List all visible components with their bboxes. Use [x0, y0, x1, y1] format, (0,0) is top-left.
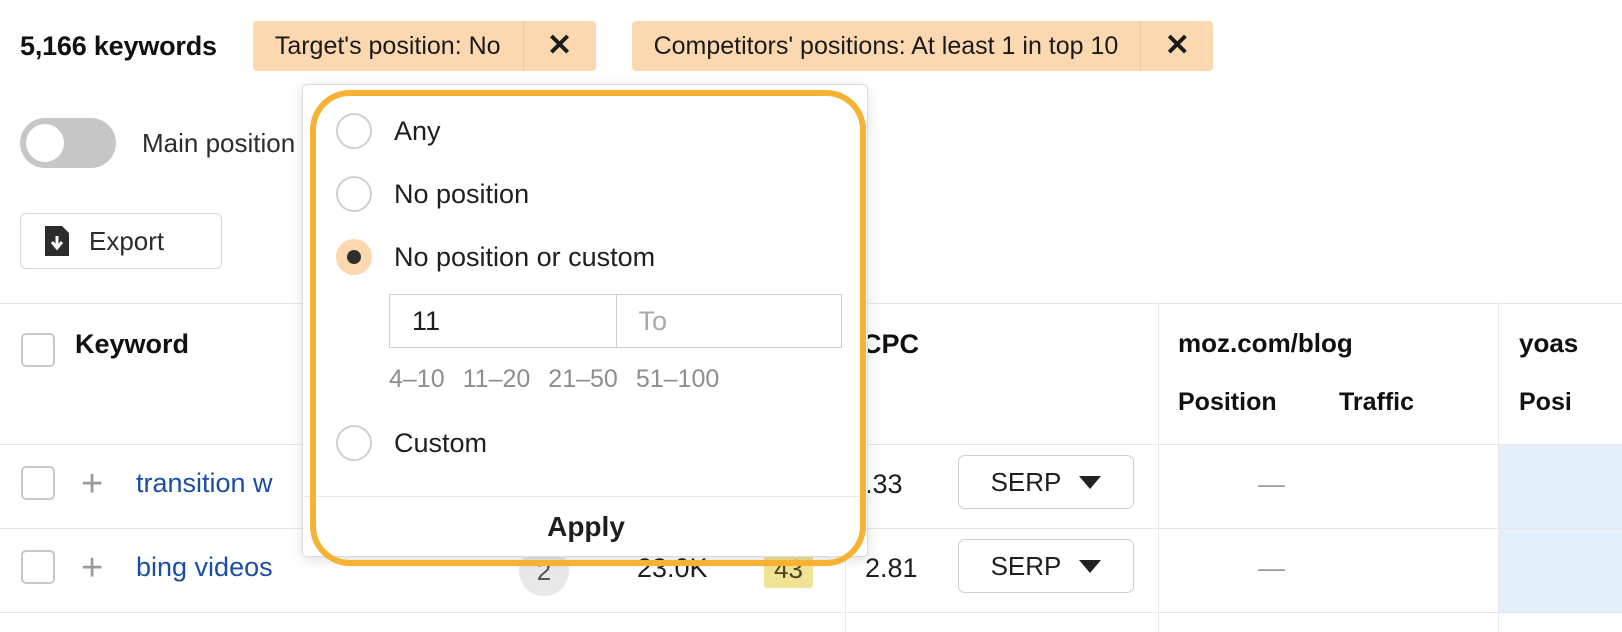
row-checkbox[interactable] — [21, 466, 55, 500]
moz-position-value: — — [1258, 553, 1285, 584]
keyword-count: 5,166 keywords — [20, 31, 217, 62]
column-header-site-moz: moz.com/blog — [1178, 328, 1353, 359]
preset-4-10[interactable]: 4–10 — [389, 365, 445, 394]
range-presets: 4–10 11–20 21–50 51–100 — [389, 365, 719, 394]
moz-position-value: — — [1258, 469, 1285, 500]
close-icon[interactable]: ✕ — [1140, 21, 1213, 71]
radio-option-custom[interactable]: Custom — [336, 425, 487, 461]
volume-value: 23.0K — [637, 553, 708, 584]
filter-chip-target-position[interactable]: Target's position: No ✕ — [253, 21, 596, 71]
filters-toolbar: 5,166 keywords Target's position: No ✕ C… — [0, 0, 1622, 92]
filter-chip-competitors-positions[interactable]: Competitors' positions: At least 1 in to… — [632, 21, 1214, 71]
keyword-link[interactable]: transition w — [136, 468, 273, 499]
cpc-value: 2.81 — [865, 553, 918, 584]
column-header-site-yoast: yoas — [1519, 328, 1578, 359]
popup-card: Any No position No position or custom 11… — [302, 84, 868, 557]
chevron-down-icon — [1079, 560, 1101, 573]
preset-51-100[interactable]: 51–100 — [636, 365, 719, 394]
column-header-moz-traffic[interactable]: Traffic — [1339, 388, 1414, 417]
serp-button[interactable]: SERP — [958, 455, 1134, 509]
serp-label: SERP — [991, 551, 1062, 582]
close-icon[interactable]: ✕ — [523, 21, 596, 71]
filter-chip-label[interactable]: Target's position: No — [253, 21, 523, 71]
radio-label: Custom — [394, 428, 487, 459]
yoast-cell — [1499, 529, 1622, 612]
filter-chip-label[interactable]: Competitors' positions: At least 1 in to… — [632, 21, 1141, 71]
radio-label: No position — [394, 179, 529, 210]
radio-icon[interactable] — [336, 113, 372, 149]
radio-option-no-position[interactable]: No position — [336, 176, 529, 212]
radio-label: Any — [394, 116, 441, 147]
select-all-checkbox[interactable] — [21, 333, 55, 367]
column-header-moz-position[interactable]: Position — [1178, 388, 1277, 417]
keyword-link[interactable]: bing videos — [136, 552, 273, 583]
row-checkbox[interactable] — [21, 550, 55, 584]
radio-icon[interactable] — [336, 176, 372, 212]
export-button[interactable]: Export — [20, 213, 222, 269]
main-position-toggle[interactable] — [20, 118, 116, 168]
serp-label: SERP — [991, 467, 1062, 498]
radio-label: No position or custom — [394, 242, 655, 273]
download-file-icon — [43, 225, 71, 257]
serp-button[interactable]: SERP — [958, 539, 1134, 593]
toggle-knob — [26, 124, 64, 162]
position-filter-popup: Any No position No position or custom 11… — [302, 84, 868, 557]
table-divider — [0, 612, 1622, 613]
range-to-input[interactable]: To — [616, 295, 842, 347]
column-header-yoast-position[interactable]: Posi — [1519, 388, 1572, 417]
radio-icon-selected[interactable] — [336, 239, 372, 275]
chevron-down-icon — [1079, 476, 1101, 489]
add-keyword-icon[interactable]: + — [81, 549, 103, 587]
yoast-cell — [1499, 445, 1622, 528]
preset-11-20[interactable]: 11–20 — [463, 365, 531, 394]
cpc-value: .33 — [865, 469, 903, 500]
column-divider — [1158, 303, 1159, 632]
column-header-keyword[interactable]: Keyword — [75, 329, 189, 360]
range-inputs: 11 To — [389, 294, 842, 348]
add-keyword-icon[interactable]: + — [81, 465, 103, 503]
preset-21-50[interactable]: 21–50 — [548, 365, 618, 394]
main-position-toggle-row: Main position — [20, 118, 295, 168]
main-position-label: Main position — [142, 128, 295, 159]
range-from-input[interactable]: 11 — [390, 295, 616, 347]
column-header-cpc[interactable]: CPC — [862, 329, 919, 360]
radio-option-any[interactable]: Any — [336, 113, 441, 149]
apply-button[interactable]: Apply — [303, 497, 869, 557]
radio-icon[interactable] — [336, 425, 372, 461]
export-label: Export — [89, 226, 164, 257]
radio-option-no-position-or-custom[interactable]: No position or custom — [336, 239, 655, 275]
